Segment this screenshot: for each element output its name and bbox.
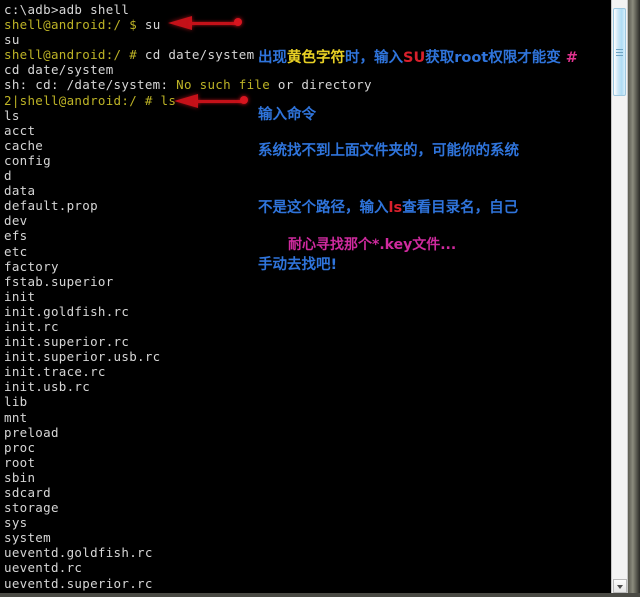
terminal-line: proc <box>4 440 610 455</box>
terminal-line: lib <box>4 394 610 409</box>
terminal-text: proc <box>4 439 36 455</box>
scrollbar-grip-line <box>616 52 623 53</box>
terminal-prompt-text: shell@android:/ # <box>4 47 138 63</box>
terminal-text: init.rc <box>4 318 59 334</box>
annotation-su-line1: 出现黄色字符时，输入SU获取root权限才能变 # <box>258 49 578 68</box>
terminal-line: system <box>4 530 610 545</box>
annotation-ls-line3: 手动去找吧! <box>258 256 519 275</box>
terminal-line: root <box>4 455 610 470</box>
terminal-text: cd date/system <box>4 62 114 78</box>
terminal-prompt-text: 2|shell@android:/ # <box>4 92 153 108</box>
terminal-text: init.goldfish.rc <box>4 303 130 319</box>
terminal-text: init.superior.usb.rc <box>4 349 161 365</box>
annotation-text-run: ls <box>388 200 403 216</box>
annotation-text-run: 出现 <box>258 50 287 66</box>
terminal-text: init.trace.rc <box>4 364 106 380</box>
annotation-text-run: # <box>565 50 578 66</box>
console-window: c:\adb>adb shell shell@android:/ $ su su sh… <box>0 0 640 597</box>
annotation-text-run: SU <box>403 50 426 66</box>
terminal-text: mnt <box>4 409 28 425</box>
terminal-text: preload <box>4 424 59 440</box>
terminal-line: ueventd.superior.rc <box>4 576 610 591</box>
terminal-line: init.superior.usb.rc <box>4 349 610 364</box>
terminal-text: dev <box>4 213 28 229</box>
arrow-head-icon <box>168 16 192 30</box>
annotation-key-file-hint: 耐心寻找那个*.key文件... <box>288 237 457 253</box>
terminal-text: lib <box>4 394 28 410</box>
terminal-text: sdcard <box>4 485 51 500</box>
terminal-text: default.prop <box>4 198 98 214</box>
terminal-line: sdcard <box>4 485 610 500</box>
terminal-text: c:\adb>adb shell <box>4 2 130 17</box>
terminal-text: cd date/system <box>137 47 255 63</box>
annotation-text-run: 获取root权限才能变 <box>425 50 566 66</box>
terminal-text: fstab.superior <box>4 273 114 289</box>
arrow-to-ls-command <box>174 92 250 110</box>
annotation-ls-line2: 不是这个路径，输入ls查看目录名，自己 <box>258 199 519 218</box>
terminal-text: init.superior.rc <box>4 334 130 350</box>
terminal-text: etc <box>4 243 28 259</box>
terminal-text: ueventd.superior.rc <box>4 575 153 591</box>
annotation-text-run: 手动去找吧! <box>258 257 338 273</box>
terminal-line: init.trace.rc <box>4 364 610 379</box>
terminal-line: ueventd.goldfish.rc <box>4 545 610 560</box>
scrollbar-thumb[interactable] <box>613 8 626 96</box>
terminal-text: sh: cd: /date/system: <box>4 77 177 93</box>
terminal-text: acct <box>4 122 36 138</box>
scrollbar-grip-line <box>616 49 623 50</box>
terminal-text: storage <box>4 500 59 516</box>
terminal-text: init <box>4 288 36 304</box>
terminal-text: efs <box>4 228 28 244</box>
terminal-text: factory <box>4 258 59 274</box>
terminal-text: init.usb.rc <box>4 379 91 395</box>
terminal-line: init.usb.rc <box>4 379 610 394</box>
arrow-to-su-prompt <box>168 14 244 32</box>
terminal-line: ueventd.rc <box>4 560 610 575</box>
chevron-down-icon <box>617 585 623 589</box>
terminal-text: cache <box>4 137 44 153</box>
arrow-tail-dot <box>234 18 242 26</box>
terminal-text: data <box>4 183 36 199</box>
terminal-text: ueventd.rc <box>4 560 83 576</box>
terminal-line: storage <box>4 500 610 515</box>
terminal-line: mnt <box>4 410 610 425</box>
terminal-prompt-text: No such file <box>176 77 271 93</box>
annotation-text-run: 查看目录名，自己 <box>402 200 519 216</box>
arrow-shaft <box>196 100 244 103</box>
terminal-prompt-text: shell@android:/ $ <box>4 17 138 33</box>
annotation-text-run: 黄色字符 <box>287 50 345 66</box>
arrow-tail-dot <box>240 96 248 104</box>
terminal-line: init.superior.rc <box>4 334 610 349</box>
terminal-text: sbin <box>4 469 36 485</box>
scrollbar-grip-line <box>616 55 623 56</box>
vertical-scrollbar[interactable] <box>611 0 628 597</box>
terminal-text: ueventd.goldfish.rc <box>4 545 153 561</box>
annotation-ls-line1: 系统找不到上面文件夹的，可能你的系统 <box>258 142 519 161</box>
terminal-text: sys <box>4 515 28 531</box>
terminal-line: preload <box>4 425 610 440</box>
window-bottom-edge <box>0 593 640 597</box>
window-right-edge <box>628 0 640 597</box>
terminal-text: su <box>137 17 161 33</box>
terminal-text: d <box>4 168 12 184</box>
scrollbar-down-button[interactable] <box>613 579 627 593</box>
annotation-text-run: 系统找不到上面文件夹的，可能你的系统 <box>258 143 519 159</box>
terminal-text: su <box>4 32 20 48</box>
annotation-text-run: 不是这个路径，输入 <box>258 200 389 216</box>
arrow-head-icon <box>174 94 198 108</box>
terminal-text: system <box>4 530 51 546</box>
annotation-ls-instruction: 系统找不到上面文件夹的，可能你的系统 不是这个路径，输入ls查看目录名，自己 手… <box>258 104 519 313</box>
terminal-line: sbin <box>4 470 610 485</box>
terminal-line: sys <box>4 515 610 530</box>
arrow-shaft <box>190 22 238 25</box>
terminal-text: ls <box>4 107 20 123</box>
terminal-text: root <box>4 454 36 470</box>
terminal-line: init.rc <box>4 319 610 334</box>
terminal-text: config <box>4 152 51 168</box>
annotation-text-run: 时，输入 <box>345 50 403 66</box>
